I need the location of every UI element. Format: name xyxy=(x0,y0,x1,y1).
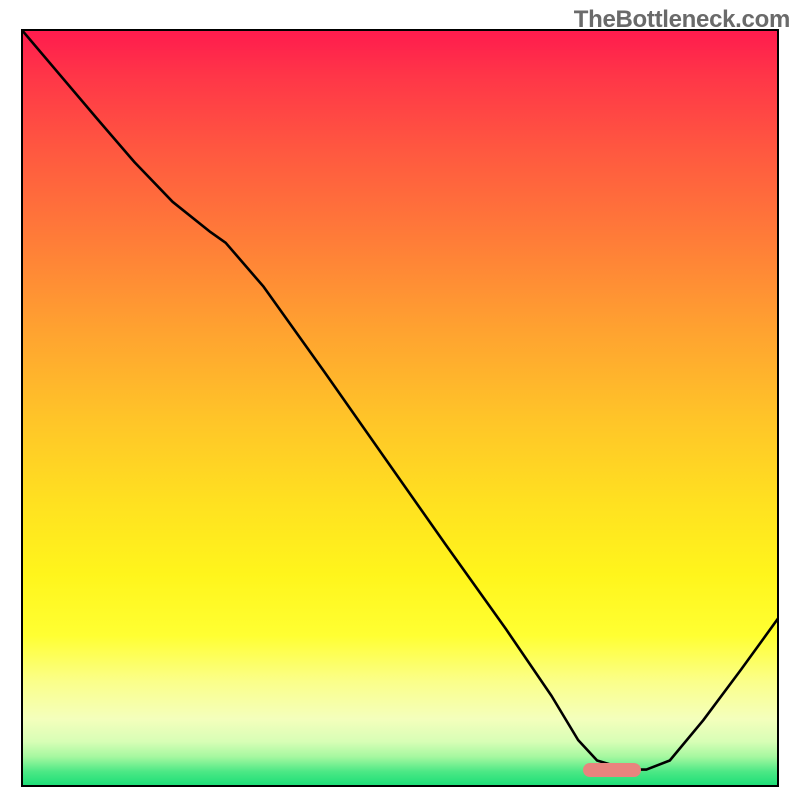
curve-svg xyxy=(21,29,779,787)
bottleneck-curve xyxy=(21,29,779,770)
optimal-marker xyxy=(583,763,641,777)
watermark-label: TheBottleneck.com xyxy=(574,6,790,34)
plot-area xyxy=(21,29,779,787)
chart-container: TheBottleneck.com xyxy=(0,0,800,800)
